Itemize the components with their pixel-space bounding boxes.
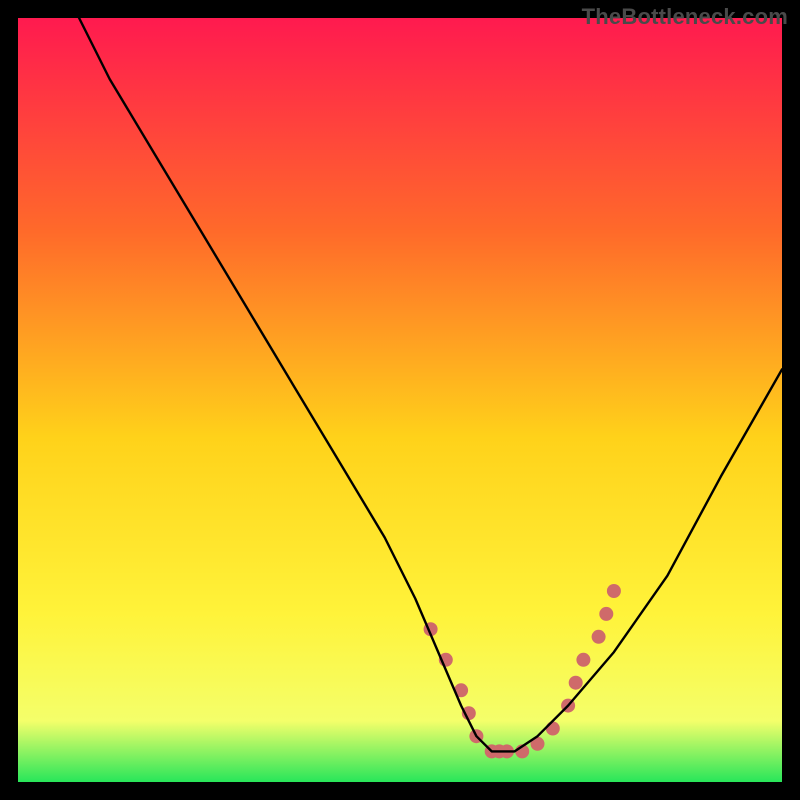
fit-marker bbox=[569, 676, 583, 690]
fit-marker bbox=[592, 630, 606, 644]
fit-marker bbox=[576, 653, 590, 667]
fit-marker bbox=[599, 607, 613, 621]
fit-marker bbox=[546, 722, 560, 736]
chart-stage: TheBottleneck.com bbox=[0, 0, 800, 800]
fit-marker bbox=[607, 584, 621, 598]
chart-svg bbox=[0, 0, 800, 800]
watermark-text: TheBottleneck.com bbox=[582, 4, 788, 30]
plot-background bbox=[18, 18, 782, 782]
